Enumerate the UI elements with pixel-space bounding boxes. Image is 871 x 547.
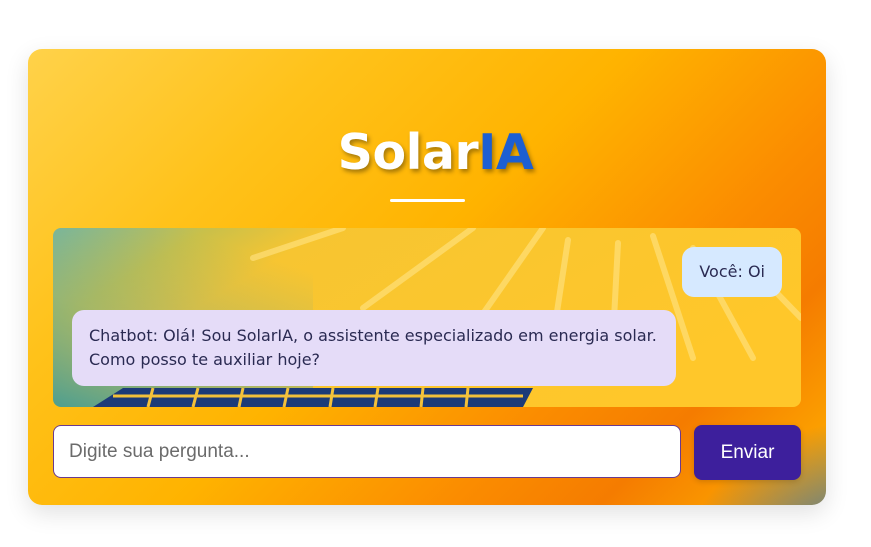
app-title-accent: IA (478, 124, 534, 181)
question-input[interactable] (53, 425, 681, 478)
chat-message-user: Você: Oi (682, 247, 782, 297)
app-title: SolarIA (0, 123, 871, 183)
chat-messages-area[interactable]: Você: Oi Chatbot: Olá! Sou SolarIA, o as… (53, 228, 801, 407)
solar-panel-graphic (93, 387, 533, 407)
title-underline (390, 199, 465, 202)
chat-message-bot: Chatbot: Olá! Sou SolarIA, o assistente … (72, 310, 676, 386)
send-button[interactable]: Enviar (694, 425, 801, 480)
app-title-main: Solar (337, 124, 479, 181)
